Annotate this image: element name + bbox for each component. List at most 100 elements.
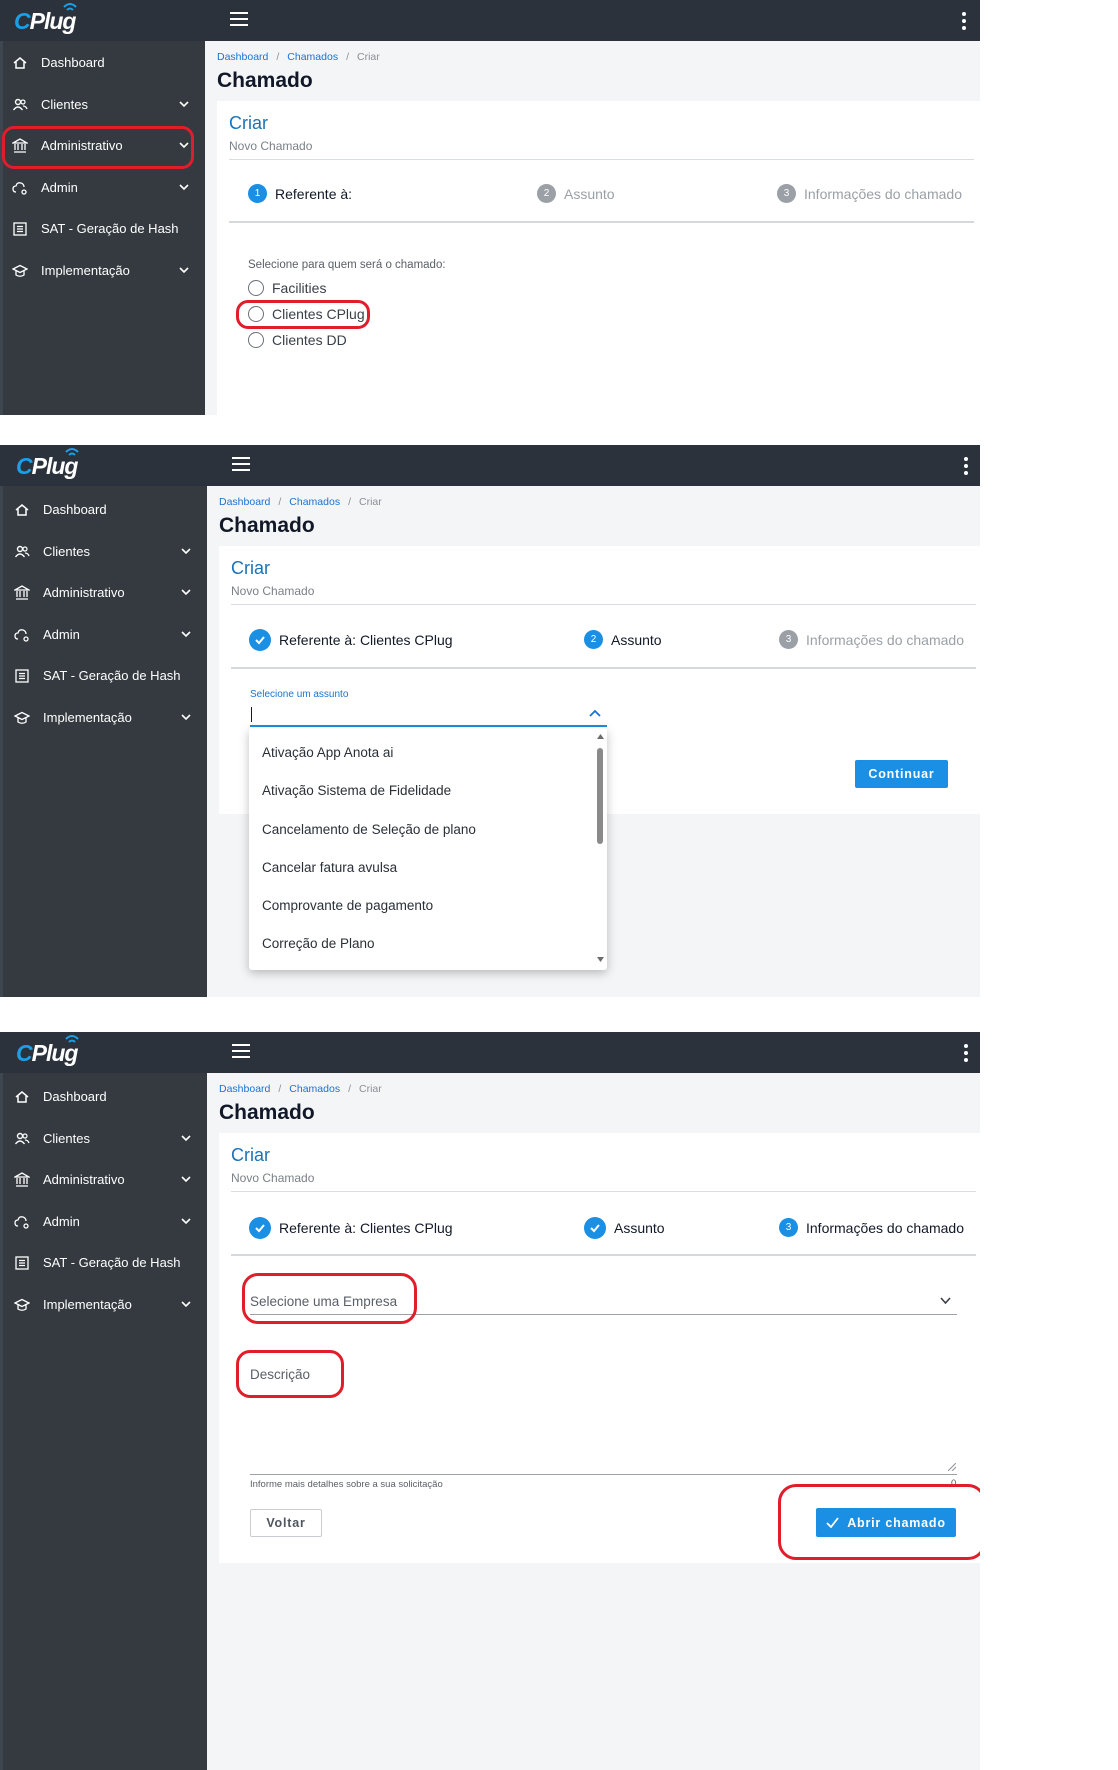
- subject-select[interactable]: Selecione um assunto: [250, 689, 607, 727]
- step-label: Referente à: Clientes CPlug: [279, 632, 453, 648]
- step-label: Assunto: [611, 631, 662, 648]
- sidebar-item-label: Implementação: [43, 1297, 132, 1312]
- sidebar-item-sat-hash[interactable]: SAT - Geração de Hash: [5, 656, 235, 696]
- cplug-logo: CPlug: [16, 448, 86, 481]
- sidebar-item-clientes[interactable]: Clientes: [5, 532, 235, 572]
- main-content: Dashboard / Chamados / Criar Chamado Criar N…: [205, 41, 980, 415]
- sidebar: Dashboard Clientes Administrativo Admin …: [0, 1073, 207, 1770]
- company-select[interactable]: Selecione uma Empresa: [250, 1290, 957, 1315]
- dropdown-option[interactable]: Cancelar fatura avulsa: [262, 860, 397, 875]
- stepper-divider: [231, 1254, 976, 1256]
- more-options-icon[interactable]: [961, 12, 967, 30]
- breadcrumb-current: Criar: [359, 496, 382, 508]
- create-card: Criar Novo Chamado 1 Referente à: 2 Assu…: [217, 101, 980, 415]
- scroll-down-arrow-icon[interactable]: [597, 957, 604, 962]
- more-options-icon[interactable]: [963, 1044, 969, 1062]
- sidebar-item-administrativo[interactable]: Administrativo: [5, 573, 235, 613]
- breadcrumb-dashboard-link[interactable]: Dashboard: [217, 51, 268, 63]
- sidebar-item-implementacao[interactable]: Implementação: [3, 251, 233, 291]
- sidebar: Dashboard Clientes Administrativo Admin …: [0, 41, 205, 415]
- card-title: Criar: [231, 1145, 270, 1165]
- top-bar: CPlug: [0, 0, 980, 41]
- sidebar-item-admin[interactable]: Admin: [5, 615, 235, 655]
- step-referente[interactable]: Referente à: Clientes CPlug: [249, 1217, 453, 1239]
- menu-toggle-icon[interactable]: [232, 1044, 250, 1058]
- chevron-down-icon: [181, 631, 191, 638]
- sidebar-item-sat-hash[interactable]: SAT - Geração de Hash: [3, 209, 233, 249]
- dropdown-option[interactable]: Comprovante de pagamento: [262, 898, 433, 913]
- dropdown-option[interactable]: Ativação Sistema de Fidelidade: [262, 783, 451, 798]
- step-assunto[interactable]: Assunto: [584, 1217, 665, 1239]
- sidebar-item-administrativo[interactable]: Administrativo: [5, 1160, 235, 1200]
- back-button[interactable]: Voltar: [250, 1509, 322, 1537]
- sidebar-item-admin[interactable]: Admin: [3, 168, 233, 208]
- sidebar-item-implementacao[interactable]: Implementação: [5, 698, 235, 738]
- menu-toggle-icon[interactable]: [232, 457, 250, 471]
- more-options-icon[interactable]: [963, 457, 969, 475]
- breadcrumb-dashboard-link[interactable]: Dashboard: [219, 496, 270, 508]
- open-ticket-button[interactable]: Abrir chamado: [816, 1508, 956, 1537]
- breadcrumb: Dashboard / Chamados / Criar: [217, 51, 380, 63]
- step-referente[interactable]: 1 Referente à:: [248, 184, 352, 203]
- cloud-settings-icon: [14, 1216, 29, 1229]
- breadcrumb-chamados-link[interactable]: Chamados: [289, 496, 340, 508]
- resize-handle-icon[interactable]: [948, 1463, 956, 1471]
- scroll-up-arrow-icon[interactable]: [597, 734, 604, 739]
- radio-facilities[interactable]: Facilities: [248, 280, 326, 296]
- card-subtitle: Novo Chamado: [231, 584, 315, 598]
- continue-button[interactable]: Continuar: [855, 760, 948, 788]
- step-referente[interactable]: Referente à: Clientes CPlug: [249, 629, 453, 651]
- sidebar-item-dashboard[interactable]: Dashboard: [5, 490, 235, 530]
- step-label: Referente à: Clientes CPlug: [279, 1220, 453, 1236]
- sidebar-item-label: Admin: [43, 627, 80, 642]
- sidebar-item-clientes[interactable]: Clientes: [3, 85, 233, 125]
- dropdown-option[interactable]: Correção de Plano: [262, 936, 375, 951]
- sidebar-item-implementacao[interactable]: Implementação: [5, 1285, 235, 1325]
- scrollbar-thumb[interactable]: [597, 748, 603, 844]
- radio-circle[interactable]: [248, 332, 264, 348]
- radio-circle[interactable]: [248, 306, 264, 322]
- radio-clientes-dd[interactable]: Clientes DD: [248, 332, 347, 348]
- step-assunto[interactable]: 2 Assunto: [584, 630, 662, 649]
- sidebar-item-clientes[interactable]: Clientes: [5, 1119, 235, 1159]
- breadcrumb-chamados-link[interactable]: Chamados: [289, 1083, 340, 1095]
- step-informacoes[interactable]: 3 Informações do chamado: [779, 630, 964, 649]
- chevron-down-icon: [179, 142, 189, 149]
- step-assunto[interactable]: 2 Assunto: [537, 184, 615, 203]
- breadcrumb-chamados-link[interactable]: Chamados: [287, 51, 338, 63]
- chevron-up-icon[interactable]: [589, 709, 601, 717]
- sidebar-item-label: Clientes: [43, 544, 90, 559]
- dropdown-option[interactable]: Cancelamento de Seleção de plano: [262, 822, 476, 837]
- dropdown-option[interactable]: Ativação App Anota ai: [262, 745, 393, 760]
- breadcrumb-current: Criar: [359, 1083, 382, 1095]
- dropdown-scrollbar[interactable]: [595, 728, 605, 970]
- users-icon: [14, 1132, 30, 1145]
- sidebar-item-label: Administrativo: [41, 138, 123, 153]
- sidebar-item-admin[interactable]: Admin: [5, 1202, 235, 1242]
- sidebar-item-dashboard[interactable]: Dashboard: [3, 43, 233, 83]
- radio-circle[interactable]: [248, 280, 264, 296]
- sidebar-item-administrativo[interactable]: Administrativo: [3, 126, 233, 166]
- breadcrumb-dashboard-link[interactable]: Dashboard: [219, 1083, 270, 1095]
- card-title: Criar: [229, 113, 268, 133]
- step-informacoes[interactable]: 3 Informações do chamado: [777, 184, 962, 203]
- chevron-down-icon: [181, 1218, 191, 1225]
- sidebar-item-sat-hash[interactable]: SAT - Geração de Hash: [5, 1243, 235, 1283]
- home-icon: [15, 504, 29, 516]
- card-subtitle: Novo Chamado: [231, 1171, 315, 1185]
- radio-clientes-cplug[interactable]: Clientes CPlug: [248, 306, 365, 322]
- description-textarea[interactable]: Descrição: [250, 1355, 957, 1475]
- screenshot-step-2: CPlug Dashboard Clientes Administrativo …: [0, 445, 980, 997]
- chevron-down-icon[interactable]: [940, 1297, 951, 1304]
- radio-label: Clientes CPlug: [272, 306, 365, 322]
- step-label: Informações do chamado: [806, 1219, 964, 1236]
- step-informacoes[interactable]: 3 Informações do chamado: [779, 1218, 964, 1237]
- chevron-down-icon: [181, 1135, 191, 1142]
- chevron-down-icon: [181, 589, 191, 596]
- sidebar-item-dashboard[interactable]: Dashboard: [5, 1077, 235, 1117]
- sidebar-item-label: Implementação: [41, 263, 130, 278]
- main-content: Dashboard / Chamados / Criar Chamado Criar N…: [207, 1073, 980, 1770]
- sidebar-item-label: SAT - Geração de Hash: [43, 668, 181, 683]
- chevron-down-icon: [181, 714, 191, 721]
- menu-toggle-icon[interactable]: [230, 12, 248, 26]
